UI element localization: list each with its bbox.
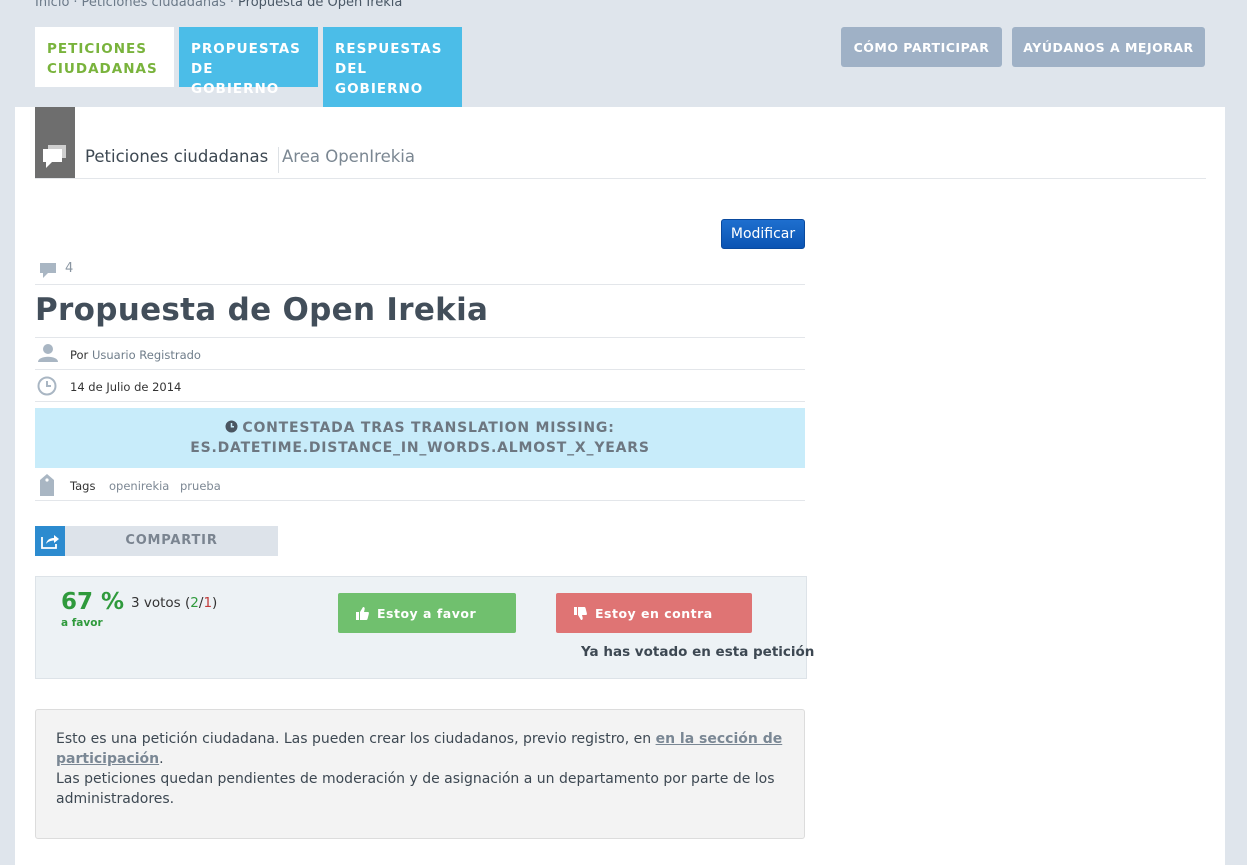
petition-title: Propuesta de Open Irekia	[35, 292, 489, 328]
tags-row: Tags openirekia prueba	[35, 469, 805, 501]
author-link[interactable]: Usuario Registrado	[92, 348, 201, 362]
vote-count: 3 votos (2/1)	[131, 595, 217, 611]
contra-count: 1	[203, 595, 213, 611]
tag-icon	[40, 474, 54, 496]
breadcrumb: Inicio · Peticiones ciudadanas · Propuesta d…	[35, 0, 402, 10]
breadcrumb-link-inicio[interactable]: Inicio	[35, 0, 69, 10]
section-title[interactable]: Peticiones ciudadanas	[85, 147, 280, 173]
section-header: Peticiones ciudadanas Area OpenIrekia	[35, 107, 1206, 179]
tab-respuestas-del-gobierno[interactable]: RESPUESTAS DEL GOBIERNO	[323, 27, 462, 107]
como-participar-button[interactable]: CÓMO PARTICIPAR	[841, 27, 1002, 67]
tab-peticiones-ciudadanas[interactable]: PETICIONES CIUDADANAS	[35, 27, 174, 87]
petition-date: 14 de Julio de 2014	[70, 380, 182, 394]
author-prefix: Por	[70, 348, 89, 362]
vote-box: 67 % a favor 3 votos (2/1) Estoy a favor…	[35, 576, 814, 679]
ayudanos-a-mejorar-button[interactable]: AYÚDANOS A MEJORAR	[1012, 27, 1205, 67]
date-row: 14 de Julio de 2014	[35, 370, 805, 402]
clock-icon	[225, 420, 238, 433]
already-voted-message: Ya has votado en esta petición	[581, 644, 815, 660]
main-panel: Peticiones ciudadanas Area OpenIrekia Mo…	[15, 107, 1225, 865]
comments-row: 4	[35, 259, 805, 285]
breadcrumb-current: Propuesta de Open Irekia	[238, 0, 403, 10]
section-icon-box	[35, 107, 75, 178]
status-banner: CONTESTADA TRAS TRANSLATION MISSING: ES.…	[35, 408, 805, 468]
info-text: Esto es una petición ciudadana. Las pued…	[56, 731, 656, 747]
share-label: COMPARTIR	[125, 533, 218, 548]
share-button[interactable]: COMPARTIR	[35, 526, 278, 556]
vote-contra-label: Estoy en contra	[595, 605, 713, 621]
info-box: Esto es una petición ciudadana. Las pued…	[35, 709, 805, 839]
share-icon	[41, 535, 59, 549]
vote-percent-label: a favor	[61, 617, 103, 629]
speech-bubble-icon	[43, 145, 66, 168]
status-text: CONTESTADA TRAS TRANSLATION MISSING: ES.…	[190, 420, 650, 456]
tab-propuestas-de-gobierno[interactable]: PROPUESTAS DE GOBIERNO	[179, 27, 318, 97]
modificar-button[interactable]: Modificar	[721, 219, 805, 249]
thumbs-down-icon	[574, 606, 587, 620]
favor-count: 2	[190, 595, 199, 611]
breadcrumb-link-peticiones[interactable]: Peticiones ciudadanas	[82, 0, 226, 10]
author-line: Por Usuario Registrado	[70, 348, 201, 362]
share-icon-box	[35, 526, 65, 556]
tags-label: Tags	[70, 479, 96, 493]
section-area[interactable]: Area OpenIrekia	[282, 147, 415, 167]
user-icon	[38, 344, 58, 362]
tag-link[interactable]: openirekia	[109, 479, 169, 493]
info-text-end: .	[159, 751, 164, 767]
breadcrumb-separator: ·	[73, 0, 78, 10]
tag-link[interactable]: prueba	[180, 479, 221, 493]
vote-favor-button[interactable]: Estoy a favor	[338, 593, 516, 633]
thumbs-up-icon	[356, 606, 369, 620]
author-row: Por Usuario Registrado	[35, 338, 805, 370]
comment-icon	[40, 263, 56, 278]
vote-close: )	[212, 595, 218, 611]
breadcrumb-separator: ·	[229, 0, 235, 10]
info-text-moderation: Las peticiones quedan pendientes de mode…	[56, 771, 775, 807]
comments-count[interactable]: 4	[65, 261, 73, 276]
vote-favor-label: Estoy a favor	[377, 605, 477, 621]
vote-percent: 67 %	[61, 589, 125, 615]
vote-total-text: 3 votos (	[131, 595, 191, 611]
clock-icon	[37, 376, 57, 396]
vote-contra-button[interactable]: Estoy en contra	[556, 593, 752, 633]
